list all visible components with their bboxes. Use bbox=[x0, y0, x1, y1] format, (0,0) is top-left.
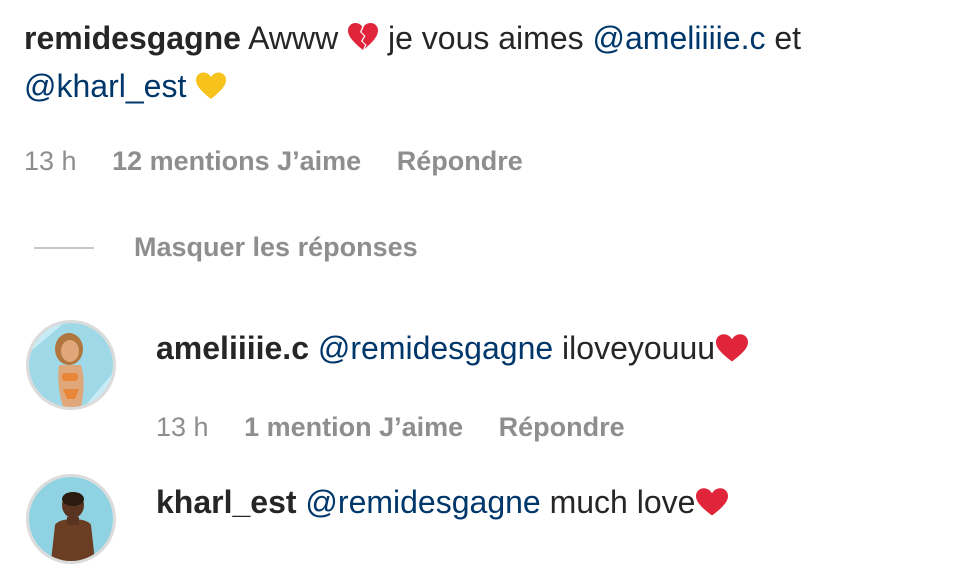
reply-message: much love bbox=[549, 484, 696, 520]
divider-line bbox=[34, 246, 94, 249]
yellow-heart-icon bbox=[195, 68, 227, 112]
reply-item: kharl_est @remidesgagne much love bbox=[26, 472, 926, 571]
reply-username[interactable]: kharl_est bbox=[156, 484, 297, 520]
main-comment: remidesgagne Awww je vous aimes @ameliii… bbox=[24, 16, 944, 112]
comment-text: je vous aimes bbox=[387, 20, 584, 56]
red-heart-icon bbox=[695, 484, 729, 528]
red-heart-icon bbox=[715, 330, 749, 374]
reply-text: ameliiiie.c @remidesgagne iloveyouuu bbox=[156, 326, 749, 374]
broken-heart-icon bbox=[347, 20, 379, 64]
mention-link[interactable]: @remidesgagne bbox=[305, 484, 540, 520]
reply-button[interactable]: Répondre bbox=[499, 412, 625, 442]
comment-text: Awww bbox=[248, 20, 339, 56]
mention-link[interactable]: @kharl_est bbox=[24, 68, 186, 104]
avatar[interactable] bbox=[26, 320, 116, 410]
reply-button[interactable]: Répondre bbox=[397, 146, 523, 176]
reply-item: ameliiiie.c @remidesgagne iloveyouuu 13 … bbox=[26, 318, 926, 448]
reply-message: iloveyouuu bbox=[562, 330, 716, 366]
hide-replies-toggle[interactable]: Masquer les réponses bbox=[34, 232, 418, 263]
comment-text: et bbox=[774, 20, 802, 56]
avatar[interactable] bbox=[26, 474, 116, 564]
reply-text: kharl_est @remidesgagne much love bbox=[156, 480, 729, 528]
mention-link[interactable]: @ameliiiie.c bbox=[593, 20, 766, 56]
hide-replies-label: Masquer les réponses bbox=[134, 232, 418, 262]
reply-meta: 13 h 1 mention J’aime Répondre bbox=[156, 412, 653, 443]
comment-timestamp: 13 h bbox=[24, 146, 77, 176]
reply-timestamp: 13 h bbox=[156, 412, 209, 442]
mention-link[interactable]: @remidesgagne bbox=[318, 330, 553, 366]
likes-count-link[interactable]: 1 mention J’aime bbox=[244, 412, 463, 442]
likes-count-link[interactable]: 12 mentions J’aime bbox=[112, 146, 361, 176]
comment-username[interactable]: remidesgagne bbox=[24, 20, 241, 56]
reply-username[interactable]: ameliiiie.c bbox=[156, 330, 309, 366]
comment-meta: 13 h 12 mentions J’aime Répondre bbox=[24, 146, 551, 177]
